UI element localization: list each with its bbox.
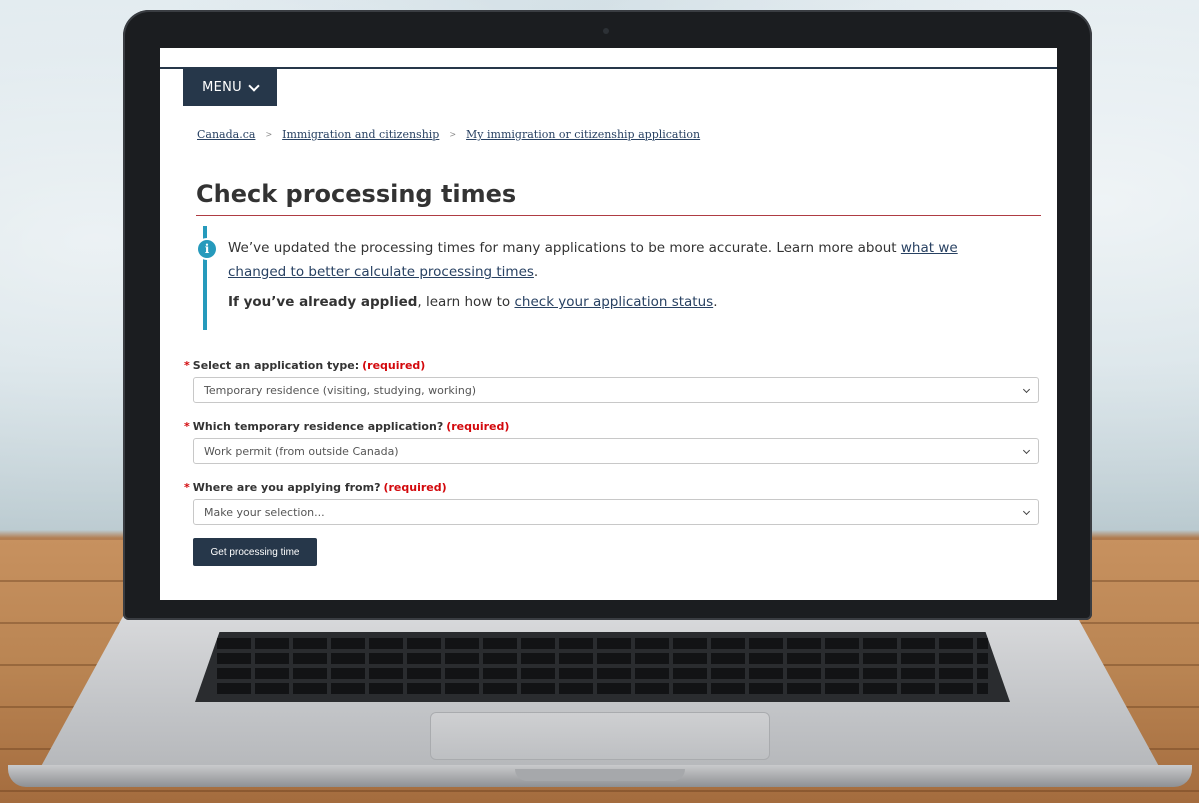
menu-button-label: MENU: [202, 80, 242, 95]
chevron-down-icon: [1022, 446, 1031, 455]
required-star: *: [184, 420, 190, 433]
required-text: (required): [446, 420, 510, 433]
alert-line-2-suffix: .: [713, 294, 718, 310]
alert-text: We’ve updated the processing times for m…: [228, 236, 1018, 320]
laptop-trackpad: [430, 712, 770, 760]
application-type-value: Temporary residence (visiting, studying,…: [204, 383, 477, 397]
chevron-down-icon: [248, 79, 260, 92]
temporary-residence-label: * Which temporary residence application?(…: [184, 420, 509, 433]
alert-line-1-text: We’ve updated the processing times for m…: [228, 240, 901, 256]
breadcrumb-separator: >: [265, 130, 273, 139]
laptop-lid: MENU Canada.ca > Immigration and citizen…: [123, 10, 1092, 620]
alert-line-1: We’ve updated the processing times for m…: [228, 236, 1018, 284]
get-processing-time-button[interactable]: Get processing time: [193, 538, 317, 566]
info-icon: i: [196, 238, 218, 260]
required-text: (required): [362, 359, 426, 372]
application-type-label: * Select an application type: (required): [184, 359, 425, 372]
alert-line-1-suffix: .: [533, 264, 539, 280]
applying-from-value: Make your selection...: [204, 505, 325, 519]
breadcrumb-link-application[interactable]: My immigration or citizenship applicatio…: [466, 128, 700, 141]
alert-line-2: If you’ve already applied, learn how to …: [228, 290, 1018, 314]
header-rule: [160, 67, 1057, 69]
breadcrumb: Canada.ca > Immigration and citizenship …: [197, 128, 700, 141]
laptop-keyboard: [195, 632, 1010, 702]
temporary-residence-select[interactable]: Work permit (from outside Canada): [193, 438, 1039, 464]
chevron-down-icon: [1022, 385, 1031, 394]
applying-from-select[interactable]: Make your selection...: [193, 499, 1039, 525]
breadcrumb-separator: >: [449, 130, 457, 139]
temporary-residence-label-text: Which temporary residence application?: [192, 420, 444, 433]
page-title: Check processing times: [196, 180, 517, 208]
breadcrumb-link-canada[interactable]: Canada.ca: [197, 128, 255, 141]
alert-line-2-bold: If you’ve already applied: [228, 294, 418, 310]
info-alert: i We’ve updated the processing times for…: [196, 226, 1033, 330]
required-text: (required): [383, 481, 447, 494]
chevron-down-icon: [1022, 507, 1031, 516]
application-type-select[interactable]: Temporary residence (visiting, studying,…: [193, 377, 1039, 403]
laptop-notch: [515, 769, 685, 781]
required-star: *: [184, 359, 190, 372]
applying-from-label: * Where are you applying from? (required): [184, 481, 447, 494]
applying-from-label-text: Where are you applying from?: [192, 481, 381, 494]
application-type-label-text: Select an application type:: [192, 359, 360, 372]
breadcrumb-link-immigration[interactable]: Immigration and citizenship: [282, 128, 439, 141]
temporary-residence-value: Work permit (from outside Canada): [204, 444, 399, 458]
camera-icon: [603, 28, 609, 34]
required-star: *: [184, 481, 190, 494]
menu-button[interactable]: MENU: [183, 69, 277, 106]
alert-line-2-text: , learn how to: [417, 294, 515, 310]
status-link[interactable]: check your application status: [514, 294, 713, 310]
title-underline: [196, 215, 1041, 216]
laptop-screen: MENU Canada.ca > Immigration and citizen…: [160, 48, 1057, 600]
keyboard-keys: [217, 638, 988, 696]
